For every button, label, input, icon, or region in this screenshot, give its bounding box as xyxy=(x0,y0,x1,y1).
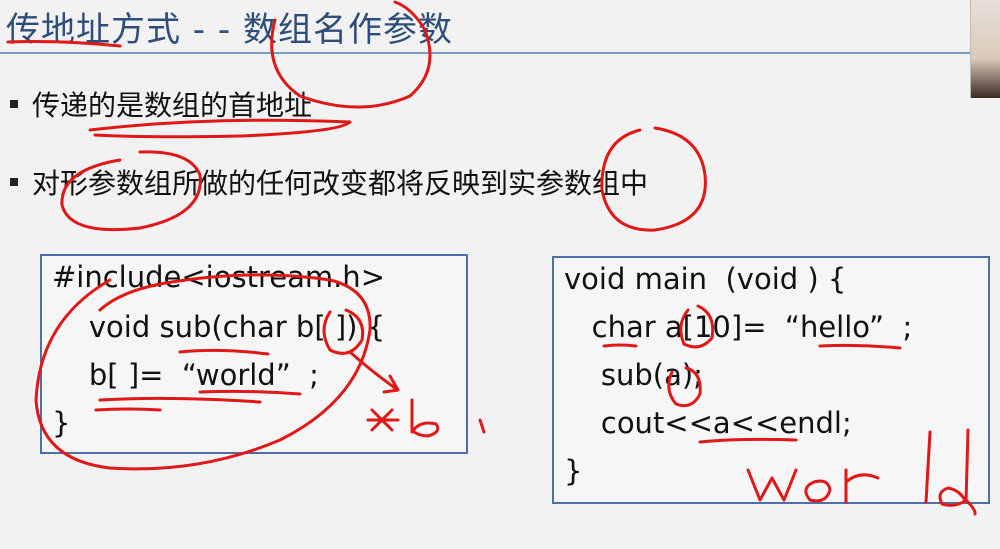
webcam-thumbnail xyxy=(970,0,1000,98)
bullet-2: 对形参数组所做的任何改变都将反映到实参数组中 xyxy=(10,162,648,202)
code-line: } xyxy=(564,454,583,488)
code-line: b[ ]= “world” ; xyxy=(52,358,319,392)
bullet-marker xyxy=(10,178,18,186)
slide-title: 传地址方式 - - 数组名作参数 xyxy=(6,10,453,50)
title-underline xyxy=(0,52,975,54)
code-line: void sub(char b[ ]) { xyxy=(52,310,386,344)
code-line: cout<<a<<endl; xyxy=(564,406,852,440)
code-line: #include<iostream.h> xyxy=(52,260,385,294)
code-line: void main (void ) { xyxy=(564,262,847,296)
right-code-box: void main (void ) { char a[10]= “hello” … xyxy=(552,256,990,504)
code-line: sub(a); xyxy=(564,358,703,392)
bullet-marker xyxy=(10,100,18,108)
left-code-box: #include<iostream.h> void sub(char b[ ])… xyxy=(40,254,468,454)
bullet-1: 传递的是数组的首地址 xyxy=(10,84,312,124)
bullet-2-text: 对形参数组所做的任何改变都将反映到实参数组中 xyxy=(32,167,649,200)
bullet-1-text: 传递的是数组的首地址 xyxy=(32,89,313,122)
ink-dot xyxy=(478,418,486,434)
code-line: } xyxy=(52,406,71,440)
code-line: char a[10]= “hello” ; xyxy=(564,310,913,344)
